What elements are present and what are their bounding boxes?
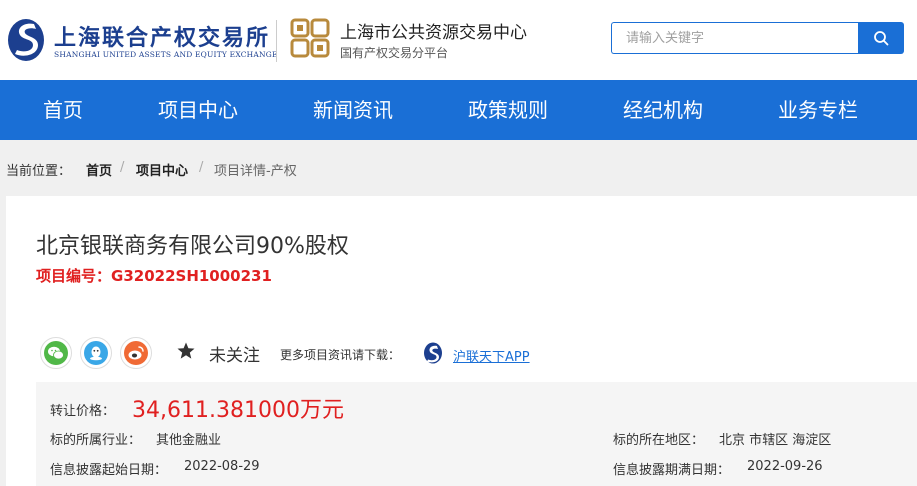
search-icon: [874, 31, 889, 46]
project-code-label: 项目编号：: [36, 267, 112, 285]
project-detail: 北京银联商务有限公司90%股权 项目编号：G32022SH1000231 未关注…: [6, 196, 917, 486]
price-value: 34,611.381000万元: [132, 398, 344, 423]
disclosure-end-value: 2022-09-26: [747, 459, 823, 474]
project-code: 项目编号：G32022SH1000231: [36, 265, 272, 286]
qq-icon: [84, 341, 108, 365]
search-button[interactable]: [858, 22, 904, 54]
breadcrumb-home[interactable]: 首页: [86, 160, 112, 179]
nav-item-projects[interactable]: 项目中心: [158, 80, 238, 140]
partner-subtitle: 国有产权交易分平台: [340, 46, 449, 60]
main-nav: 首页 项目中心 新闻资讯 政策规则 经纪机构 业务专栏: [0, 80, 917, 140]
share-qq-button[interactable]: [80, 337, 112, 369]
weibo-icon: [124, 341, 148, 365]
share-weibo-button[interactable]: [120, 337, 152, 369]
header-divider: [276, 20, 277, 62]
region-label: 标的所在地区：: [613, 433, 705, 448]
disclosure-start-value: 2022-08-29: [184, 459, 260, 474]
project-code-value: G32022SH1000231: [111, 267, 272, 285]
share-wechat-button[interactable]: [40, 337, 72, 369]
price-label: 转让价格：: [50, 404, 116, 419]
breadcrumb-label: 当前位置：: [6, 164, 72, 179]
star-icon[interactable]: [176, 341, 196, 361]
app-logo-icon[interactable]: [422, 342, 444, 364]
resource-center-logo-icon[interactable]: [290, 18, 330, 58]
project-title: 北京银联商务有限公司90%股权: [36, 234, 349, 259]
breadcrumb-separator: /: [199, 160, 204, 175]
disclosure-end-label: 信息披露期满日期：: [613, 463, 731, 478]
nav-item-news[interactable]: 新闻资讯: [313, 80, 393, 140]
app-download-link[interactable]: 沪联天下APP: [453, 346, 530, 365]
industry-label: 标的所属行业：: [50, 433, 142, 448]
nav-item-business[interactable]: 业务专栏: [778, 80, 858, 140]
wechat-icon: [44, 341, 68, 365]
breadcrumb-current: 项目详情-产权: [214, 164, 297, 179]
breadcrumb-separator: /: [120, 160, 125, 175]
project-info-panel: 转让价格： 34,611.381000万元 标的所属行业： 其他金融业 标的所在…: [36, 382, 917, 486]
brand-name: 上海联合产权交易所: [54, 25, 271, 51]
industry-value: 其他金融业: [156, 433, 222, 448]
search-input[interactable]: [611, 22, 859, 54]
breadcrumb-projects[interactable]: 项目中心: [136, 160, 188, 179]
sue-logo-icon[interactable]: [6, 14, 46, 62]
nav-item-policy[interactable]: 政策规则: [468, 80, 548, 140]
partner-title: 上海市公共资源交易中心: [340, 23, 527, 43]
download-hint: 更多项目资讯请下载：: [280, 348, 401, 362]
follow-button[interactable]: 未关注: [209, 341, 260, 366]
region-value: 北京 市辖区 海淀区: [719, 433, 832, 448]
nav-item-brokers[interactable]: 经纪机构: [623, 80, 703, 140]
brand-name-en: SHANGHAI UNITED ASSETS AND EQUITY EXCHAN…: [54, 50, 278, 59]
nav-item-home[interactable]: 首页: [43, 80, 83, 140]
disclosure-start-label: 信息披露起始日期：: [50, 463, 168, 478]
site-header: 上海联合产权交易所 SHANGHAI UNITED ASSETS AND EQU…: [0, 0, 917, 80]
breadcrumb: 当前位置： 首页 / 项目中心 / 项目详情-产权: [0, 140, 917, 196]
